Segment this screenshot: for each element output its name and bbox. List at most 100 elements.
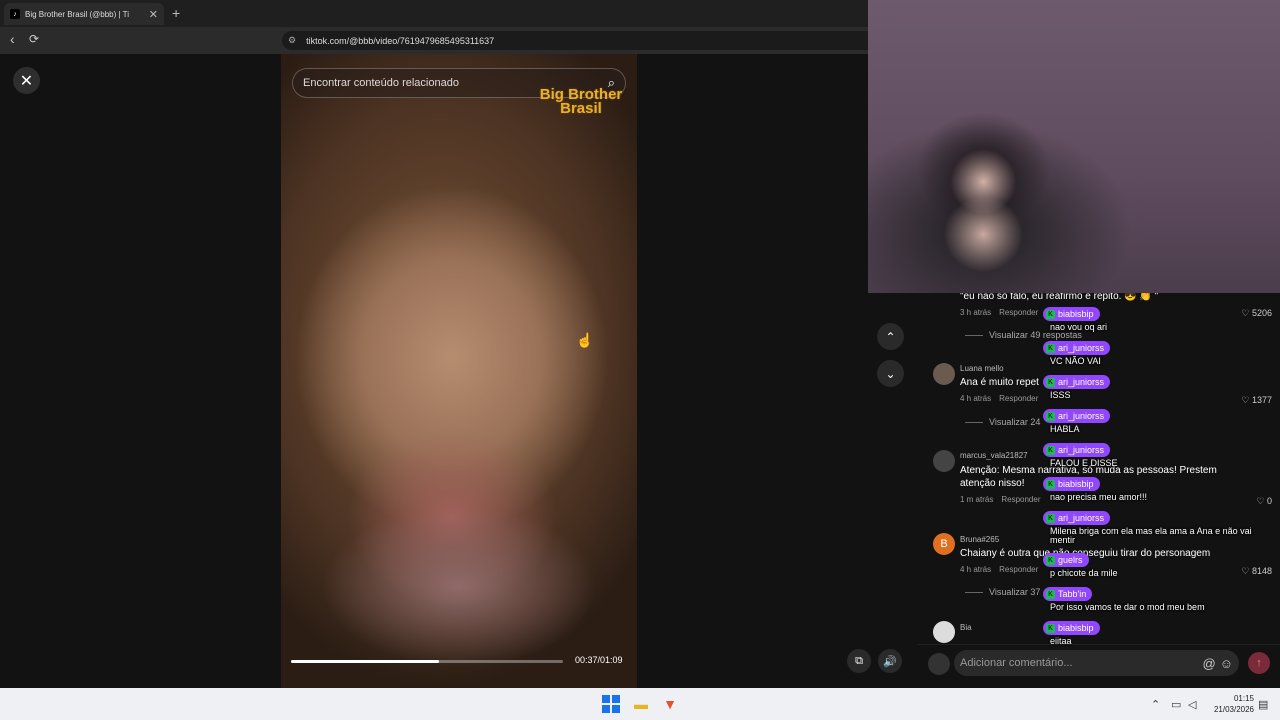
emoji-icon[interactable]: ☺	[1220, 656, 1233, 671]
chat-username: Kari_juniorss	[1043, 341, 1111, 355]
reload-icon[interactable]: ⟳	[29, 32, 39, 46]
chat-badge-icon: K	[1046, 309, 1055, 319]
notifications-icon[interactable]: ▤	[1258, 698, 1268, 711]
chat-username-text: biabisbip	[1058, 623, 1094, 633]
chat-username: Kari_juniorss	[1043, 409, 1111, 423]
chat-text: FALOU E DISSE	[1050, 458, 1118, 468]
view-replies-link[interactable]: Visualizar 24	[965, 417, 1040, 427]
clock-time: 01:15	[1233, 694, 1254, 703]
windows-start-icon[interactable]	[602, 695, 620, 713]
chat-text: Milena briga com ela mas ela ama a Ana e…	[1050, 526, 1252, 545]
comment-username[interactable]: Bruna#265	[960, 535, 999, 544]
screen: ♪ Big Brother Brasil (@bbb) | Ti ✕ + ‹ ⟳…	[0, 0, 1280, 720]
bbb-watermark-logo: Big Brother Brasil	[536, 87, 626, 117]
chat-badge-icon: K	[1046, 589, 1055, 599]
comment-username[interactable]: marcus_vala21827	[960, 451, 1028, 460]
next-video-button[interactable]: ⌄	[877, 360, 904, 387]
tab-close-icon[interactable]: ✕	[149, 8, 158, 21]
chat-username-text: ari_juniorss	[1058, 411, 1105, 421]
video-progress-bar[interactable]	[291, 660, 563, 663]
tiktok-video-page: ✕ ⌕ Big Brother Brasil 00:37/01:09 ☝ ⧉	[0, 54, 871, 688]
tray-chevron-icon[interactable]: ⌃	[1151, 698, 1160, 711]
avatar[interactable]: B	[933, 533, 955, 555]
chat-username-text: biabisbip	[1058, 479, 1094, 489]
comment-reply-link[interactable]: Responder	[999, 565, 1038, 574]
comment-time: 4 h atrás	[960, 565, 992, 574]
comment-input[interactable]	[960, 657, 1199, 669]
close-video-button[interactable]: ✕	[13, 67, 40, 94]
comment-reply-link[interactable]: Responder	[1001, 495, 1040, 504]
comment-text: "eu não só falo, eu reafirmo e repito. 😎…	[960, 293, 1159, 302]
comment-like-button[interactable]: ♡ 5206	[1241, 308, 1272, 319]
chat-username: Kari_juniorss	[1043, 511, 1111, 525]
send-comment-button[interactable]: ↑	[1248, 652, 1270, 674]
chat-username-text: biabisbip	[1058, 309, 1094, 319]
brave-browser-icon[interactable]: ▼	[661, 695, 679, 713]
chat-username: Kguelrs	[1043, 553, 1089, 567]
comment-time: 4 h atrás	[960, 394, 992, 403]
back-icon[interactable]: ‹	[10, 31, 15, 47]
chat-badge-icon: K	[1046, 513, 1055, 523]
chat-username-text: ari_juniorss	[1058, 445, 1105, 455]
system-clock[interactable]: 01:15 21/03/2026	[1208, 693, 1254, 715]
watermark-line-2: Brasil	[560, 100, 602, 117]
site-info-icon[interactable]: ⚙	[288, 35, 296, 46]
video-player[interactable]: ⌕ Big Brother Brasil 00:37/01:09	[281, 54, 637, 688]
chat-text: nao precisa meu amor!!!	[1050, 492, 1148, 502]
comment-input-box[interactable]: @ ☺	[954, 650, 1239, 676]
clock-date: 21/03/2026	[1213, 705, 1254, 714]
comment-meta: 4 h atrás Responder	[960, 394, 1038, 403]
chat-username-text: ari_juniorss	[1058, 343, 1105, 353]
comment-meta: 4 h atrás Responder	[960, 565, 1038, 574]
comment-username[interactable]: Luana mello	[960, 364, 1004, 373]
url-text: tiktok.com/@bbb/video/761947968549531163…	[306, 35, 495, 46]
chat-badge-icon: K	[1046, 479, 1055, 489]
mention-icon[interactable]: @	[1203, 656, 1216, 671]
tiktok-favicon-icon: ♪	[10, 9, 20, 19]
video-progress-fill	[291, 660, 440, 663]
previous-video-button[interactable]: ⌃	[877, 323, 904, 350]
avatar[interactable]	[933, 450, 955, 472]
new-tab-button[interactable]: +	[172, 5, 180, 21]
chat-username: Kari_juniorss	[1043, 375, 1111, 389]
like-count: 5206	[1251, 308, 1272, 318]
mouse-cursor-icon: ☝	[576, 332, 594, 348]
my-avatar	[928, 653, 950, 675]
chat-text: VC NÃO VAI	[1050, 356, 1101, 366]
chat-text: nao vou oq ari	[1050, 322, 1108, 332]
address-bar[interactable]: ⚙ tiktok.com/@bbb/video/7619479685495311…	[282, 31, 868, 50]
browser-nav-bar: ‹ ⟳ ⚙ tiktok.com/@bbb/video/761947968549…	[0, 27, 868, 54]
chat-username: Kbiabisbip	[1043, 621, 1100, 635]
chat-text: ISSS	[1050, 390, 1071, 400]
chat-username-text: ari_juniorss	[1058, 377, 1105, 387]
streamer-webcam	[868, 0, 1280, 293]
volume-tray-icon[interactable]: ◁	[1188, 698, 1196, 711]
browser-tab[interactable]: ♪ Big Brother Brasil (@bbb) | Ti ✕	[4, 3, 164, 25]
comment-reply-link[interactable]: Responder	[999, 394, 1038, 403]
chat-username: K Tabb'in	[1043, 587, 1093, 601]
chat-badge-icon: K	[1046, 623, 1055, 633]
chat-username-text: Tabb'in	[1058, 589, 1087, 599]
comment-time: 3 h atrás	[960, 308, 992, 317]
browser-tab-bar: ♪ Big Brother Brasil (@bbb) | Ti ✕ +	[0, 0, 868, 27]
avatar[interactable]	[933, 621, 955, 643]
network-icon[interactable]: ▭	[1171, 698, 1181, 711]
comment-reply-link[interactable]: Responder	[999, 308, 1038, 317]
chat-username: Kari_juniorss	[1043, 443, 1111, 457]
comment-text: Chaiany é outra que não conseguiu tirar …	[960, 548, 1211, 559]
chat-text: Por isso vamos te dar o mod meu bem	[1050, 602, 1205, 612]
windows-taskbar: ▬ ▼ ⌃ ▭ ◁ 01:15 21/03/2026 ▤	[0, 688, 1280, 720]
comment-username[interactable]: Bia	[960, 623, 972, 632]
view-replies-link[interactable]: Visualizar 37	[965, 587, 1040, 597]
pip-button[interactable]: ⧉	[847, 649, 871, 673]
chat-text: p chicote da mile	[1050, 568, 1118, 578]
chat-text: HABLA	[1050, 424, 1080, 434]
chat-username: Kbiabisbip	[1043, 307, 1100, 321]
comment-meta: 3 h atrás Responder	[960, 308, 1038, 317]
chat-username: Kbiabisbip	[1043, 477, 1100, 491]
comment-meta: 1 m atrás Responder	[960, 495, 1040, 504]
avatar[interactable]	[933, 363, 955, 385]
chat-username-text: ari_juniorss	[1058, 513, 1105, 523]
file-explorer-icon[interactable]: ▬	[632, 695, 650, 713]
volume-button[interactable]: 🔊	[878, 649, 902, 673]
